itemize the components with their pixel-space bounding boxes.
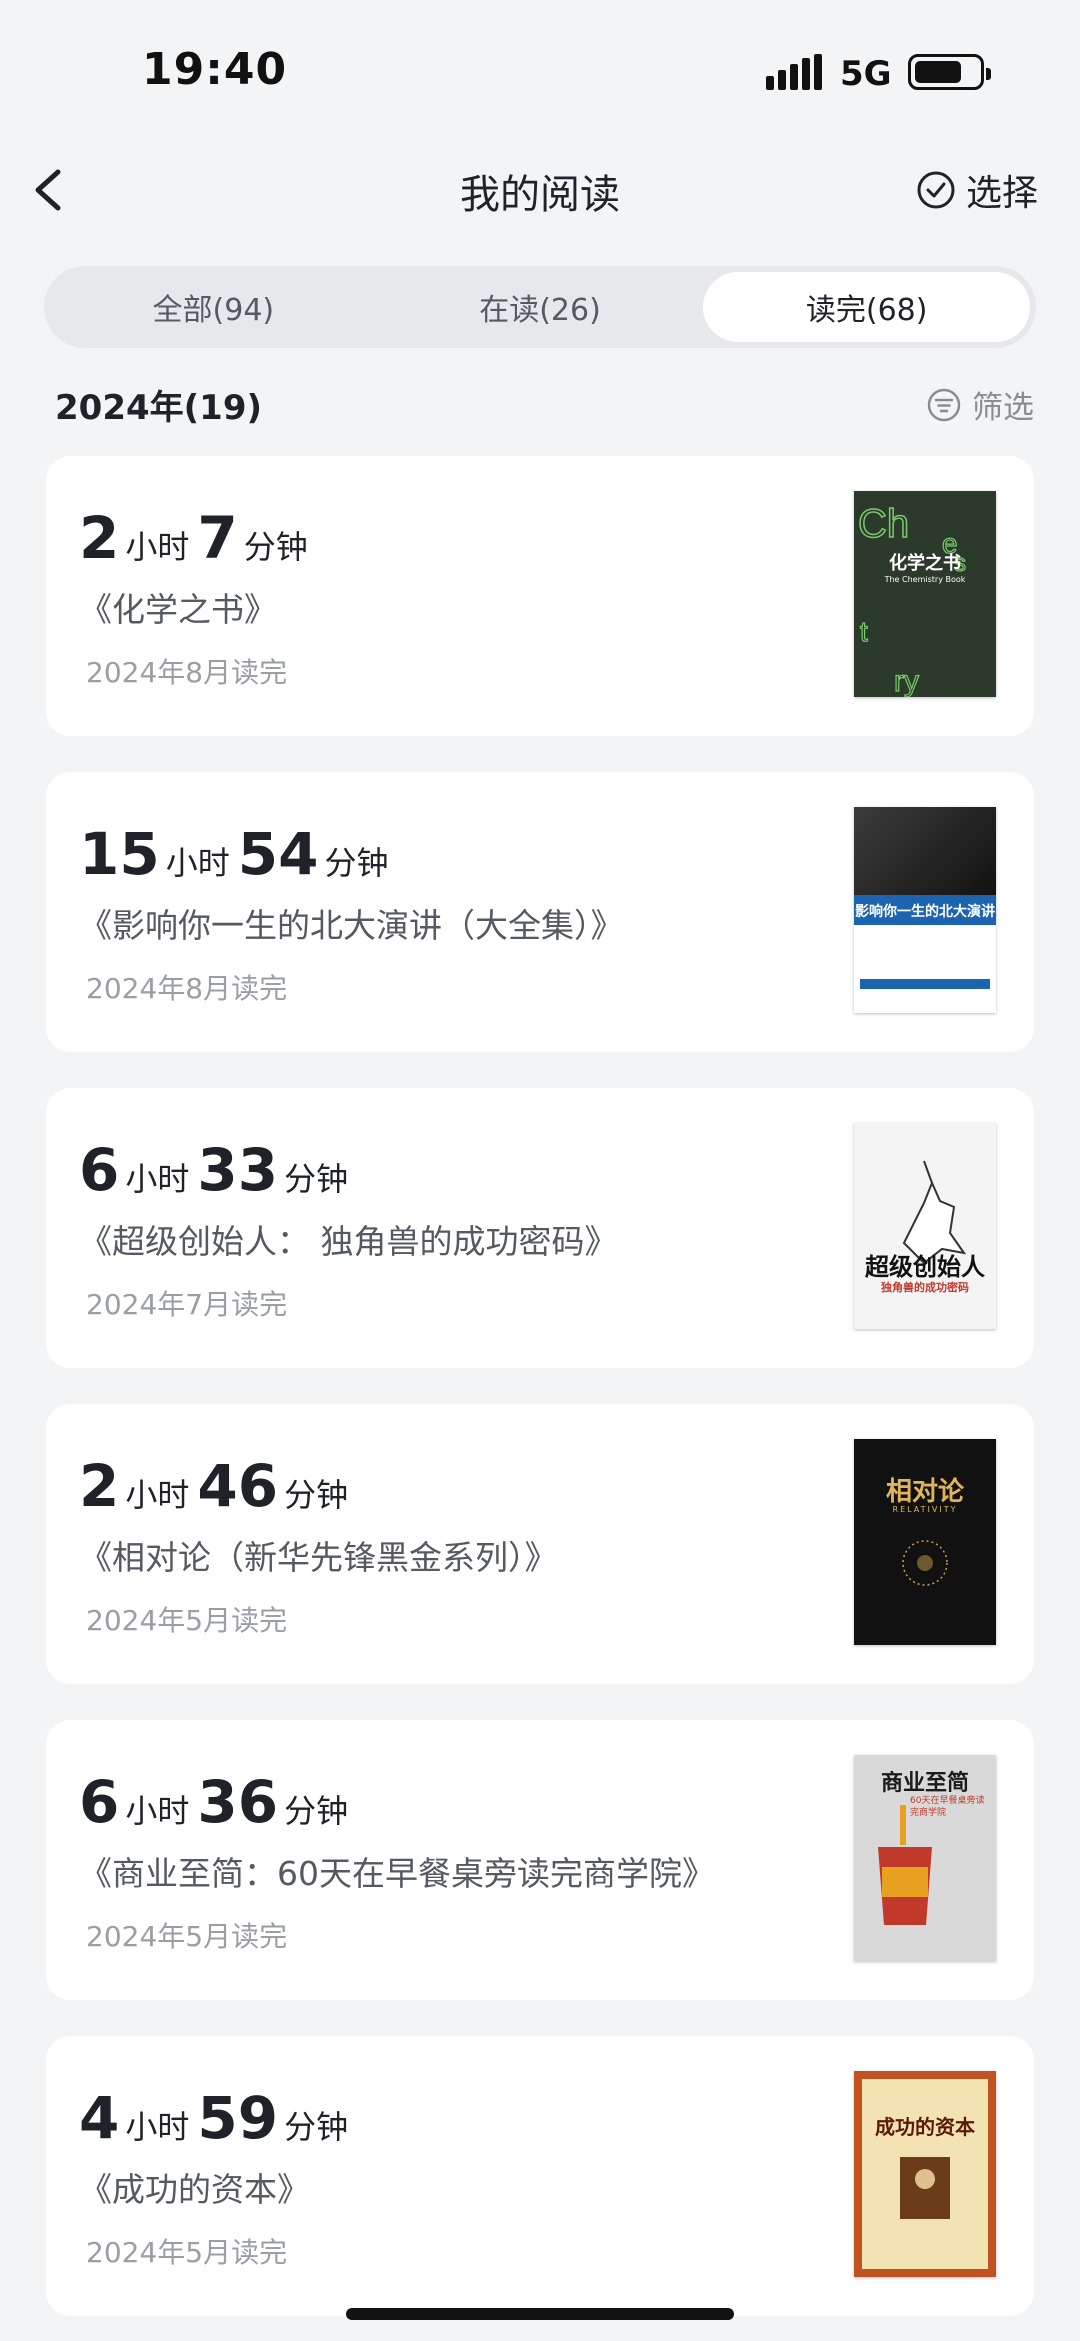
cover-title: 超级创始人 — [865, 1252, 985, 1281]
hours-unit: 小时 — [125, 528, 190, 566]
reading-duration: 2 小时 7 分钟 — [79, 504, 316, 572]
home-indicator — [346, 2308, 734, 2320]
minutes-unit: 分钟 — [284, 1160, 349, 1198]
cover-strip — [860, 979, 990, 989]
book-cover[interactable]: 商业至简 60天在早餐桌旁读完商学院 — [854, 1755, 996, 1961]
coffee-cup-icon — [878, 1805, 932, 1925]
reading-duration: 15 小时 54 分钟 — [79, 820, 396, 888]
filter-icon — [927, 388, 961, 421]
select-label: 选择 — [965, 173, 1038, 214]
finish-date: 2024年5月读完 — [86, 2236, 288, 2269]
hours-value: 2 — [79, 504, 120, 572]
select-button[interactable]: 选择 — [916, 164, 1038, 216]
minutes-value: 46 — [197, 1452, 279, 1520]
reading-duration: 4 小时 59 分钟 — [79, 2084, 356, 2152]
finish-date: 2024年5月读完 — [86, 1920, 288, 1953]
portrait-icon — [900, 2157, 950, 2219]
reading-duration: 6 小时 33 分钟 — [79, 1136, 356, 1204]
minutes-value: 59 — [197, 2084, 279, 2152]
unicorn-icon — [902, 1160, 967, 1265]
book-cover[interactable]: 成功的资本 — [854, 2071, 996, 2277]
hours-unit: 小时 — [125, 2108, 190, 2146]
book-title: 《成功的资本》 — [79, 2170, 310, 2209]
hours-unit: 小时 — [125, 1792, 190, 1830]
hours-value: 15 — [79, 820, 160, 888]
book-title: 《超级创始人： 独角兽的成功密码》 — [79, 1222, 618, 1261]
filter-button[interactable]: 筛选 — [926, 382, 1034, 427]
status-bar: 19:40 5G — [0, 0, 1080, 140]
minutes-unit: 分钟 — [284, 1792, 349, 1830]
book-card[interactable]: 6 小时 36 分钟 《商业至简：60天在早餐桌旁读完商学院》 2024年5月读完 商… — [46, 1720, 1034, 2000]
cover-art: Ch e s t ry — [857, 501, 966, 697]
book-cover[interactable]: Ch e s t ry 化学之书 The Chemistry Book — [854, 491, 996, 697]
svg-text:ry: ry — [894, 665, 919, 697]
tab-finished-label: 读完(68) — [805, 293, 928, 328]
hours-value: 6 — [79, 1768, 120, 1836]
book-title: 《化学之书》 — [79, 590, 277, 629]
tab-finished[interactable]: 读完(68) — [703, 272, 1031, 342]
book-cover[interactable]: 影响你一生的北大演讲 — [854, 807, 996, 1013]
minutes-unit: 分钟 — [284, 2108, 349, 2146]
minutes-value: 33 — [197, 1136, 279, 1204]
book-card[interactable]: 2 小时 46 分钟 《相对论（新华先锋黑金系列）》 2024年5月读完 相对论 RE… — [46, 1404, 1034, 1684]
book-cover[interactable]: 相对论 RELATIVITY — [854, 1439, 996, 1645]
svg-text:Ch: Ch — [858, 502, 909, 546]
book-title: 《相对论（新华先锋黑金系列）》 — [79, 1538, 558, 1577]
cover-subtitle: 独角兽的成功密码 — [881, 1281, 969, 1294]
minutes-value: 7 — [197, 504, 238, 572]
book-card[interactable]: 6 小时 33 分钟 《超级创始人： 独角兽的成功密码》 2024年7月读完 超级创始… — [46, 1088, 1034, 1368]
book-cover[interactable]: 超级创始人 独角兽的成功密码 — [854, 1123, 996, 1329]
signal-icon — [766, 54, 824, 90]
hours-value: 6 — [79, 1136, 120, 1204]
galaxy-icon — [902, 1540, 948, 1586]
finish-date: 2024年7月读完 — [86, 1288, 288, 1321]
finish-date: 2024年5月读完 — [86, 1604, 288, 1637]
minutes-unit: 分钟 — [243, 528, 308, 566]
book-card[interactable]: 15 小时 54 分钟 《影响你一生的北大演讲（大全集）》 2024年8月读完 影响你… — [46, 772, 1034, 1052]
tab-all-label: 全部(94) — [152, 293, 275, 328]
tab-reading[interactable]: 在读(26) — [377, 272, 704, 342]
check-circle-icon — [917, 171, 955, 209]
hours-unit: 小时 — [165, 844, 230, 882]
minutes-value: 36 — [197, 1768, 279, 1836]
reading-duration: 2 小时 46 分钟 — [79, 1452, 356, 1520]
book-title: 《商业至简：60天在早餐桌旁读完商学院》 — [79, 1854, 715, 1893]
status-time: 19:40 — [142, 44, 288, 95]
minutes-value: 54 — [237, 820, 319, 888]
hours-unit: 小时 — [125, 1476, 190, 1514]
reading-duration: 6 小时 36 分钟 — [79, 1768, 356, 1836]
finish-date: 2024年8月读完 — [86, 972, 288, 1005]
cover-title: 化学之书 — [889, 553, 961, 574]
tab-all[interactable]: 全部(94) — [50, 272, 377, 342]
hours-value: 4 — [79, 2084, 120, 2152]
year-group-label: 2024年(19) — [55, 388, 263, 428]
finish-date: 2024年8月读完 — [86, 656, 288, 689]
minutes-unit: 分钟 — [284, 1476, 349, 1514]
battery-icon — [908, 54, 991, 90]
book-card[interactable]: 2 小时 7 分钟 《化学之书》 2024年8月读完 Ch e s t ry 化学之书… — [46, 456, 1034, 736]
book-list: 2 小时 7 分钟 《化学之书》 2024年8月读完 Ch e s t ry 化学之书… — [46, 456, 1034, 2341]
reading-status-tabs: 全部(94) 在读(26) 读完(68) — [44, 266, 1036, 348]
filter-label: 筛选 — [972, 390, 1034, 426]
book-title: 《影响你一生的北大演讲（大全集）》 — [79, 906, 624, 945]
book-card[interactable]: 4 小时 59 分钟 《成功的资本》 2024年5月读完 成功的资本 — [46, 2036, 1034, 2316]
svg-text:t: t — [860, 616, 868, 647]
network-type: 5G — [840, 54, 892, 94]
cover-photo — [854, 807, 996, 895]
cover-title: 影响你一生的北大演讲 — [855, 904, 995, 920]
hours-unit: 小时 — [125, 1160, 190, 1198]
hours-value: 2 — [79, 1452, 120, 1520]
minutes-unit: 分钟 — [324, 844, 389, 882]
tab-reading-label: 在读(26) — [479, 293, 601, 328]
cover-subtitle: The Chemistry Book — [884, 575, 966, 584]
